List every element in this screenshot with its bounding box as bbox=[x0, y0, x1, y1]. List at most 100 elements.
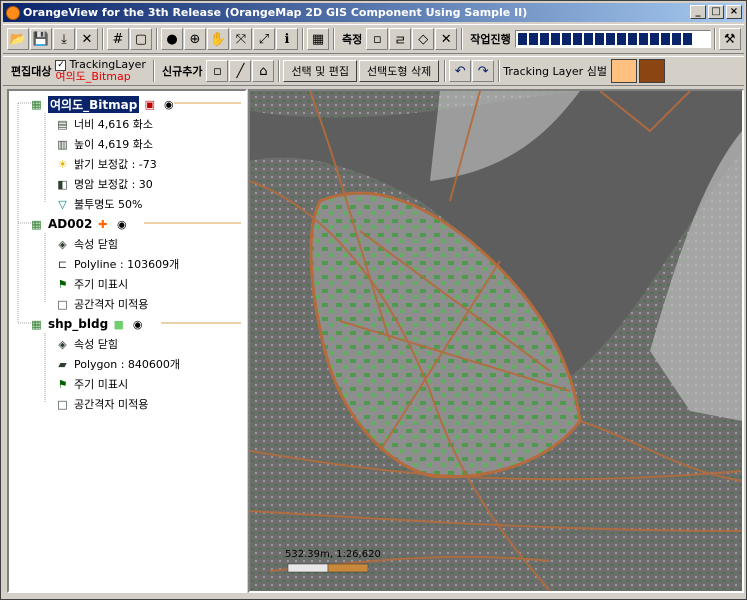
add-point-icon[interactable]: ▫ bbox=[206, 60, 229, 82]
progress-label: 작업진행 bbox=[470, 33, 511, 46]
title-bar[interactable]: OrangeView for the 3th Release (OrangeMa… bbox=[3, 3, 744, 22]
add-line-icon[interactable]: ╱ bbox=[229, 60, 252, 82]
tree-property-node[interactable]: ◈ 속성 닫힘 bbox=[55, 335, 118, 353]
tree-property-node[interactable]: ▤ 너비 4,616 화소 bbox=[55, 115, 153, 133]
progress-segment bbox=[517, 33, 527, 45]
grid-box-icon: □ bbox=[57, 297, 68, 311]
close-button[interactable]: × bbox=[726, 5, 742, 19]
map-canvas[interactable] bbox=[250, 91, 742, 591]
width-icon: ▤ bbox=[57, 117, 68, 131]
tree-property-node[interactable]: ⚑ 주기 미표시 bbox=[55, 375, 129, 393]
grid-icon[interactable]: # bbox=[107, 28, 129, 50]
info-icon[interactable]: ℹ bbox=[276, 28, 298, 50]
progress-segment bbox=[594, 33, 604, 45]
property-label: 높이 4,619 화소 bbox=[74, 138, 153, 151]
measure-label: 측정 bbox=[342, 33, 363, 46]
open-folder-icon[interactable]: 📂 bbox=[7, 28, 29, 50]
tree-layer-node[interactable]: ▦ AD002 ✚ ◉ bbox=[29, 215, 133, 233]
redo-icon[interactable]: ↷ bbox=[472, 60, 495, 82]
symbol-color-dark[interactable] bbox=[638, 59, 665, 83]
current-layer-name: 여의도_Bitmap bbox=[55, 70, 131, 83]
property-label: 너비 4,616 화소 bbox=[74, 118, 153, 131]
layer-symbol-icon: ✚ bbox=[98, 217, 108, 231]
main-window: OrangeView for the 3th Release (OrangeMa… bbox=[0, 0, 747, 600]
visibility-eye-icon[interactable]: ◉ bbox=[130, 317, 145, 332]
progress-segment bbox=[583, 33, 593, 45]
tracking-symbol-label: Tracking Layer 심벌 bbox=[503, 65, 607, 78]
tree-property-node[interactable]: ◈ 속성 닫힘 bbox=[55, 235, 118, 253]
progress-segment bbox=[539, 33, 549, 45]
progress-segment bbox=[682, 33, 692, 45]
edit-target-label: 편집대상 bbox=[11, 65, 52, 78]
tree-property-node[interactable]: ⊏ Polyline : 103609개 bbox=[55, 255, 179, 273]
property-label: 명암 보정값 : 30 bbox=[74, 178, 153, 191]
layer-name[interactable]: 여의도_Bitmap bbox=[48, 95, 140, 113]
minimize-button[interactable]: _ bbox=[690, 5, 706, 19]
property-label: 밝기 보정값 : -73 bbox=[74, 158, 157, 171]
brightness-icon: ☀ bbox=[57, 157, 68, 171]
main-toolbar: 📂 💾 ⤓ ✕ # ▢ ● ⊕ ✋ ⤧ ⤢ ℹ ▦ 측정 ▫ ㄹ ◇ ✕ 작업진… bbox=[3, 24, 744, 54]
layer-type-icon: ▦ bbox=[31, 217, 42, 231]
layer-symbol-icon: ▣ bbox=[144, 97, 156, 111]
scale-bar-dark bbox=[327, 563, 369, 573]
tracking-layer-checkbox[interactable]: ✓ bbox=[55, 59, 67, 71]
undo-icon[interactable]: ↶ bbox=[449, 60, 472, 82]
pan-hand-icon[interactable]: ✋ bbox=[207, 28, 229, 50]
save-icon[interactable]: 💾 bbox=[30, 28, 52, 50]
tools-icon[interactable]: ⚒ bbox=[718, 28, 741, 50]
progress-segment bbox=[605, 33, 615, 45]
window-title: OrangeView for the 3th Release (OrangeMa… bbox=[23, 6, 528, 19]
visibility-eye-icon[interactable]: ◉ bbox=[161, 97, 176, 112]
label-flag-icon: ⚑ bbox=[57, 377, 68, 391]
measure-point-icon[interactable]: ▫ bbox=[366, 28, 389, 50]
tree-property-node[interactable]: ▽ 불투명도 50% bbox=[55, 195, 142, 213]
layer-symbol-icon: ■ bbox=[113, 317, 124, 331]
progress-segment bbox=[649, 33, 659, 45]
tree-layer-node[interactable]: ▦ 여의도_Bitmap ▣ ◉ bbox=[29, 95, 180, 113]
label-flag-icon: ⚑ bbox=[57, 277, 68, 291]
progress-segment bbox=[671, 33, 681, 45]
globe-icon[interactable]: ● bbox=[161, 28, 183, 50]
map-view[interactable] bbox=[248, 89, 744, 593]
maximize-button[interactable]: □ bbox=[708, 5, 724, 19]
measure-area-icon[interactable]: ◇ bbox=[412, 28, 435, 50]
layer-name[interactable]: shp_bldg bbox=[48, 317, 108, 331]
property-label: Polyline : 103609개 bbox=[74, 258, 180, 271]
select-delete-button[interactable]: 선택도형 삭제 bbox=[359, 60, 440, 82]
visibility-eye-icon[interactable]: ◉ bbox=[114, 217, 129, 232]
property-label: Polygon : 840600개 bbox=[74, 358, 181, 371]
layer-type-icon: ▦ bbox=[31, 97, 42, 111]
zoom-in-extent-icon[interactable]: ⤧ bbox=[230, 28, 252, 50]
tree-layer-node[interactable]: ▦ shp_bldg ■ ◉ bbox=[29, 315, 149, 333]
contrast-icon: ◧ bbox=[57, 177, 68, 191]
symbol-color-light[interactable] bbox=[610, 59, 637, 83]
tree-property-node[interactable]: ▥ 높이 4,619 화소 bbox=[55, 135, 153, 153]
select-edit-button[interactable]: 선택 및 편집 bbox=[283, 60, 358, 82]
frame-icon[interactable]: ▢ bbox=[130, 28, 152, 50]
progress-segment bbox=[550, 33, 560, 45]
tree-property-node[interactable]: ◧ 명암 보정값 : 30 bbox=[55, 175, 153, 193]
tree-property-node[interactable]: ⚑ 주기 미표시 bbox=[55, 275, 129, 293]
tree-property-node[interactable]: □ 공간격자 미적용 bbox=[55, 395, 148, 413]
layer-name[interactable]: AD002 bbox=[48, 217, 92, 231]
zoom-icon[interactable]: ⊕ bbox=[184, 28, 206, 50]
image-icon[interactable]: ▦ bbox=[307, 28, 329, 50]
property-label: 주기 미표시 bbox=[74, 378, 129, 391]
scale-bar-light bbox=[287, 563, 329, 573]
export-icon[interactable]: ⤓ bbox=[53, 28, 75, 50]
scale-text: 532.39m, 1:26,620 bbox=[285, 549, 381, 560]
layer-tree[interactable]: ▦ 여의도_Bitmap ▣ ◉ ▤ 너비 4,616 화소 ▥ 높이 4,619 화소 ☀ 밝기… bbox=[7, 89, 247, 593]
property-label: 불투명도 50% bbox=[74, 198, 143, 211]
zoom-full-extent-icon[interactable]: ⤢ bbox=[253, 28, 275, 50]
tree-property-node[interactable]: □ 공간격자 미적용 bbox=[55, 295, 148, 313]
attribute-icon: ◈ bbox=[58, 337, 67, 351]
progress-segment bbox=[660, 33, 670, 45]
tree-property-node[interactable]: ☀ 밝기 보정값 : -73 bbox=[55, 155, 157, 173]
measure-clear-icon[interactable]: ✕ bbox=[435, 28, 458, 50]
new-add-label: 신규추가 bbox=[161, 65, 203, 78]
measure-line-icon[interactable]: ㄹ bbox=[389, 28, 412, 50]
tree-property-node[interactable]: ▰ Polygon : 840600개 bbox=[55, 355, 180, 373]
add-polygon-icon[interactable]: ⌂ bbox=[252, 60, 275, 82]
progress-segment bbox=[528, 33, 538, 45]
clear-icon[interactable]: ✕ bbox=[76, 28, 98, 50]
